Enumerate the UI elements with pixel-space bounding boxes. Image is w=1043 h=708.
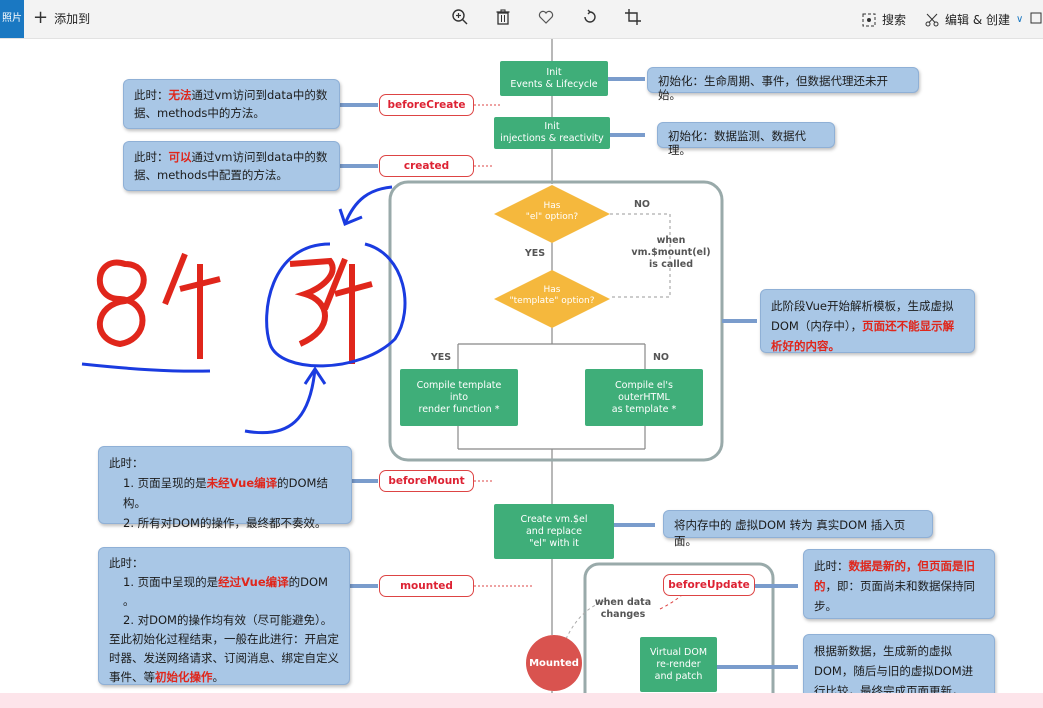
note-beforecreate: 此时：无法通过vm访问到data中的数据、methods中的方法。: [123, 79, 340, 129]
yes-label-1: YES: [524, 248, 546, 259]
hook-beforecreate: beforeCreate: [379, 94, 474, 116]
hook-beforeupdate: beforeUpdate: [663, 574, 755, 596]
search-label: 搜索: [882, 13, 907, 27]
hook-beforemount: beforeMount: [379, 470, 474, 492]
edit-create-button[interactable]: 编辑 & 创建 ∨: [925, 11, 1023, 28]
hook-mounted: mounted: [379, 575, 474, 597]
app-badge[interactable]: 照片: [0, 0, 24, 38]
search-button[interactable]: 搜索: [862, 11, 906, 28]
mounted-state-circle: Mounted: [526, 635, 582, 691]
hook-created: created: [379, 155, 474, 177]
add-to-button[interactable]: + 添加到: [33, 9, 90, 27]
favorite-button[interactable]: [535, 8, 557, 30]
init-injections-box: Init injections & reactivity: [494, 117, 610, 149]
note-template-parse: 此阶段Vue开始解析模板，生成虚拟DOM（内存中），页面还不能显示解析好的内容。: [760, 289, 975, 353]
mount-call-label: when vm.$mount(el) is called: [631, 235, 711, 270]
crop-icon: [625, 9, 641, 25]
note-beforemount: 此时： 1. 页面呈现的是未经Vue编译的DOM结构。 2. 所有对DOM的操作，最…: [98, 446, 352, 530]
chevron-down-icon: ∨: [1016, 14, 1024, 25]
zoom-in-button[interactable]: [449, 8, 471, 30]
note-created: 此时：可以通过vm访问到data中的数据、methods中配置的方法。: [123, 141, 340, 191]
no-label-1: NO: [633, 199, 651, 210]
yes-label-2: YES: [430, 352, 452, 363]
note-init-lifecycle: 初始化：生命周期、事件，但数据代理还未开始。: [647, 67, 919, 102]
share-icon: [1030, 12, 1042, 24]
data-changes-label: when data changes: [594, 597, 652, 620]
note-init-reactivity: 初始化：数据监测、数据代理。: [657, 122, 835, 157]
bottom-strip: [0, 693, 1043, 708]
plus-icon: +: [33, 7, 49, 28]
lifecycle-diagram: Init Events & Lifecycle Init injections …: [0, 39, 1043, 708]
delete-button[interactable]: [492, 8, 514, 30]
edit-create-label: 编辑 & 创建: [945, 13, 1010, 27]
more-button[interactable]: [1030, 8, 1043, 30]
vdom-rerender-box: Virtual DOM re-render and patch: [640, 637, 717, 692]
crop-button[interactable]: [622, 8, 644, 30]
rotate-button[interactable]: [579, 8, 601, 30]
note-mounted: 此时： 1. 页面中呈现的是经过Vue编译的DOM 。 2. 对DOM的操作均有效（…: [98, 547, 350, 685]
compile-template-box: Compile template into render function *: [400, 369, 518, 426]
create-vm-el-box: Create vm.$el and replace "el" with it: [494, 504, 614, 559]
visual-search-icon: [862, 13, 876, 26]
compile-outerhtml-box: Compile el's outerHTML as template *: [585, 369, 703, 426]
note-beforeupdate: 此时：数据是新的，但页面是旧的，即：页面尚未和数据保持同步。: [803, 549, 995, 619]
has-template-diamond: Has "template" option?: [509, 285, 595, 306]
scissors-icon: [925, 13, 939, 26]
has-el-diamond: Has "el" option?: [525, 201, 579, 222]
rotate-icon: [584, 9, 596, 23]
init-events-box: Init Events & Lifecycle: [500, 61, 608, 96]
app-toolbar: 照片 + 添加到 搜索 编辑 & 创建 ∨: [0, 0, 1043, 39]
add-to-label: 添加到: [54, 11, 91, 26]
note-insert-dom: 将内存中的 虚拟DOM 转为 真实DOM 插入页面。: [663, 510, 933, 548]
heart-icon: [538, 10, 554, 24]
zoom-in-icon: [452, 9, 468, 25]
trash-icon: [496, 9, 510, 25]
no-label-2: NO: [652, 352, 670, 363]
